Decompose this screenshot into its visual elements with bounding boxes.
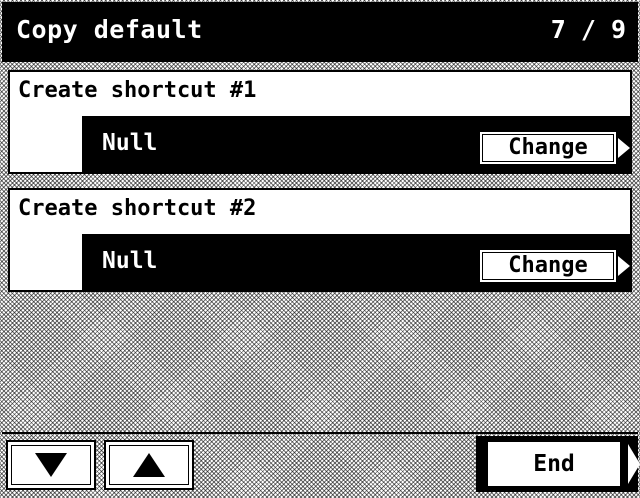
arrow-right-icon <box>628 444 640 484</box>
screen-title: Copy default <box>16 15 203 44</box>
bottom-bar: End <box>2 432 640 496</box>
copy-default-screen: Copy default 7 / 9 Create shortcut #1 Nu… <box>0 0 640 498</box>
shortcut-1-panel: Create shortcut #1 Null Change <box>8 70 632 174</box>
shortcut-1-change-label: Change <box>508 135 588 160</box>
down-triangle-icon <box>35 453 67 477</box>
end-button[interactable]: End <box>476 436 640 492</box>
shortcut-1-value-bar: Null Change <box>82 116 632 174</box>
up-triangle-icon <box>133 453 165 477</box>
header-bar: Copy default 7 / 9 <box>2 2 638 62</box>
page-indicator: 7 / 9 <box>550 15 626 44</box>
end-button-label: End <box>533 451 575 477</box>
shortcut-2-label: Create shortcut #2 <box>18 196 257 221</box>
shortcut-2-panel: Create shortcut #2 Null Change <box>8 188 632 292</box>
shortcut-2-change-label: Change <box>508 253 588 278</box>
scroll-down-button[interactable] <box>6 440 96 490</box>
shortcut-2-value-bar: Null Change <box>82 234 632 292</box>
scroll-up-button[interactable] <box>104 440 194 490</box>
end-button-face: End <box>486 440 622 488</box>
shortcut-1-value: Null <box>102 130 158 156</box>
shortcut-2-change-button[interactable]: Change <box>478 248 630 284</box>
arrow-right-icon <box>618 256 630 276</box>
arrow-right-icon <box>618 138 630 158</box>
shortcut-2-value: Null <box>102 248 158 274</box>
shortcut-1-label: Create shortcut #1 <box>18 78 257 103</box>
shortcut-1-change-button[interactable]: Change <box>478 130 630 166</box>
